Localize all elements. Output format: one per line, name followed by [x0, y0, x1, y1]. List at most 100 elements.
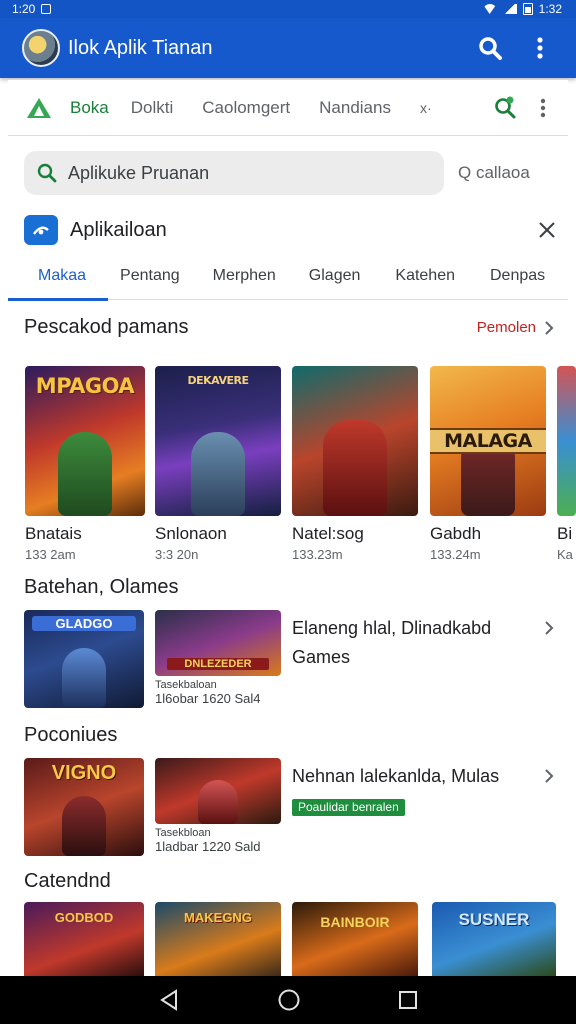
catendnd-section-header: Catendnd [24, 870, 554, 893]
game-art-title: GODBOD [54, 910, 114, 925]
game-thumbnail: VIGNO [24, 758, 144, 856]
game-card[interactable]: Natel:sog 133.23m [292, 366, 418, 562]
search-icon [495, 96, 516, 118]
tab-glagen[interactable]: Glagen [309, 252, 361, 300]
more-vert-icon [537, 37, 543, 59]
tab-dolkti[interactable]: Dolkti [131, 98, 174, 118]
tab-nandians[interactable]: Nandians [319, 98, 391, 118]
game-card[interactable]: MPAGOA Bnatais 133 2am [25, 366, 145, 562]
status-badge: Poaulidar benralen [292, 799, 405, 816]
side-search-link[interactable]: Q callaoa [458, 163, 530, 183]
game-art-title: MALAGA [430, 428, 546, 454]
list-item-publisher: Tasekbloan [155, 827, 211, 839]
app-logo [22, 29, 60, 67]
tab-pentang[interactable]: Pentang [120, 252, 180, 300]
category-tabs: Makaa Pentang Merphen Glagen Katehen Den… [7, 252, 568, 301]
side-search-label: Q callaoa [458, 163, 530, 182]
section-title: Batehan, Olames [24, 576, 179, 598]
list-item[interactable]: GLADGO DNLEZEDER Tasekbaloan 1l6obar 162… [24, 610, 554, 710]
game-art-title: MAKEGNG [184, 910, 252, 925]
game-card[interactable]: DEKAVERE Snlonaon 3:3 20n [155, 366, 281, 562]
game-thumbnail[interactable]: BAINBOIR [292, 902, 418, 976]
game-art-title: DNLEZEDER [167, 658, 269, 670]
status-clock: 1:32 [538, 2, 562, 16]
list-item-subtext: Tasekbloan 1ladbar 1220 Sald [155, 826, 261, 854]
chevron-right-icon [545, 320, 554, 335]
recents-icon[interactable] [398, 990, 418, 1010]
game-name: Gabdh [430, 524, 482, 543]
game-card[interactable]: MALAGA Gabdh 133.24m [430, 366, 546, 562]
game-thumbnail [557, 366, 576, 516]
more-link-label: Pemolen [476, 319, 536, 336]
game-art-title: VIGNO [51, 762, 117, 784]
section-title: Pescakod pamans [24, 316, 189, 338]
search-green-button[interactable] [490, 93, 520, 123]
game-meta: 3:3 20n [155, 547, 199, 562]
more-vert-icon [540, 98, 546, 117]
game-thumbnail: GLADGO [24, 610, 144, 708]
status-time: 1:20 [12, 2, 36, 16]
more-link[interactable]: Pemolen [477, 319, 554, 336]
game-thumbnail: MALAGA [430, 366, 546, 516]
list-item-publisher: Tasekbaloan [155, 679, 217, 691]
section-title: Poconiues [24, 724, 118, 746]
wifi-icon [482, 4, 497, 14]
game-name: Snlonaon [155, 524, 227, 543]
tab-boka[interactable]: Boka [70, 98, 109, 118]
list-item-meta: 1l6obar 1620 Sal4 [155, 691, 261, 706]
game-name: Bi [557, 524, 573, 543]
popular-section-header: Poconiues [24, 724, 554, 747]
list-item-info: Nehnan lalekanlda, Mulas Poaulidar benra… [292, 762, 532, 820]
list-item-title: Nehnan lalekanlda, Mulas [292, 766, 500, 786]
tab-denpas[interactable]: Denpas [490, 252, 545, 300]
search-bar[interactable] [24, 151, 444, 195]
app-category-icon [24, 215, 58, 245]
home-icon[interactable] [277, 988, 301, 1012]
list-item-subtitle: Games [292, 647, 351, 667]
game-thumbnail: DNLEZEDER [155, 610, 281, 676]
close-icon[interactable] [538, 221, 556, 239]
game-thumbnail [155, 758, 281, 824]
game-meta: 133.24m [430, 547, 481, 562]
game-meta: Ka [557, 547, 573, 562]
game-card[interactable]: Bi Ka [557, 366, 576, 562]
status-bar: 1:20 1:32 [0, 0, 576, 18]
featured-section-header: Pescakod pamans Pemolen [24, 316, 554, 339]
game-name: Natel:sog [292, 524, 364, 543]
search-icon [479, 37, 502, 60]
game-thumbnail[interactable]: MAKEGNG [155, 902, 281, 976]
search-button[interactable] [470, 28, 510, 68]
games-section-header: Batehan, Olames [24, 576, 554, 599]
tab-menu-button[interactable] [528, 93, 558, 123]
system-nav-bar [0, 976, 576, 1024]
top-tab-row: Boka Dolkti Caolomgert Nandians x· [8, 80, 568, 136]
game-thumbnail[interactable]: SUSNER [432, 902, 556, 976]
back-icon[interactable] [158, 989, 180, 1011]
game-thumbnail [292, 366, 418, 516]
game-thumbnail[interactable]: GODBOD [24, 902, 144, 976]
game-art-title: BAINBOIR [320, 914, 390, 930]
list-item-subtext: Tasekbaloan 1l6obar 1620 Sal4 [155, 678, 261, 706]
search-input[interactable] [68, 162, 408, 184]
game-meta: 133 2am [25, 547, 76, 562]
list-item-meta: 1ladbar 1220 Sald [155, 839, 261, 854]
tab-caolomgert[interactable]: Caolomgert [202, 98, 290, 118]
list-item-info: Elaneng hlal, Dlinadkabd Games [292, 614, 532, 672]
tab-katehen[interactable]: Katehen [395, 252, 455, 300]
list-item[interactable]: VIGNO Tasekbloan 1ladbar 1220 Sald Nehna… [24, 758, 554, 858]
search-row: Q callaoa [24, 150, 552, 196]
chevron-right-icon[interactable] [544, 620, 554, 636]
notification-icon [41, 4, 52, 14]
game-thumbnail: MPAGOA [25, 366, 145, 516]
battery-icon [522, 3, 533, 15]
overflow-menu-button[interactable] [520, 28, 560, 68]
bottom-game-grid: GODBOD MAKEGNG BAINBOIR SUSNER [24, 902, 564, 976]
game-art-title: SUSNER [458, 910, 530, 929]
game-thumbnail: DEKAVERE [155, 366, 281, 516]
store-logo-icon [27, 97, 51, 118]
tab-makaa[interactable]: Makaa [7, 252, 109, 301]
game-art-title: DEKAVERE [187, 374, 249, 387]
tab-merphen[interactable]: Merphen [213, 252, 276, 300]
tab-extra[interactable]: x· [420, 100, 432, 116]
chevron-right-icon[interactable] [544, 768, 554, 784]
